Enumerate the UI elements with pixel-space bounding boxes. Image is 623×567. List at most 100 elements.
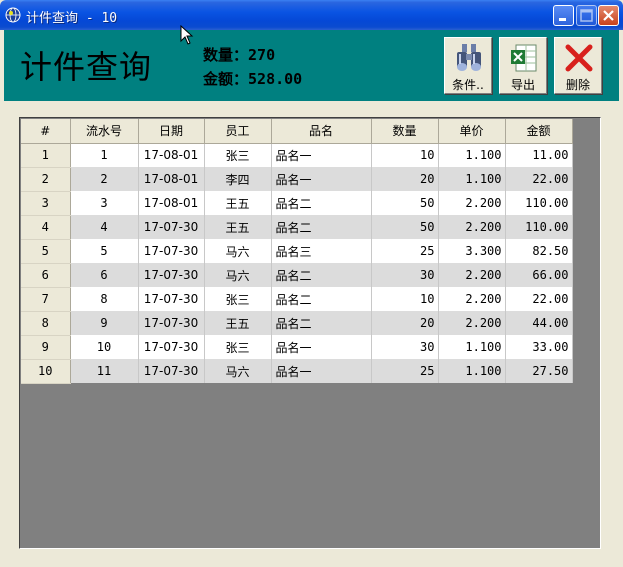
quantity-cell[interactable]: 30 [371,335,439,359]
employee-cell[interactable]: 马六 [204,359,272,383]
row-index[interactable]: 10 [21,359,71,384]
grid-container[interactable]: # 流水号 日期 员工 品名 数量 单价 金额 1 1 17-08-01 张三 品名一 1… [19,117,601,549]
product-cell[interactable]: 品名二 [271,287,372,311]
employee-cell[interactable]: 张三 [204,143,272,167]
serial-cell[interactable]: 11 [70,359,139,383]
employee-cell[interactable]: 王五 [204,191,272,215]
column-header-product[interactable]: 品名 [271,119,372,144]
column-header-index[interactable]: # [21,119,71,144]
serial-cell[interactable]: 8 [70,287,139,311]
date-cell[interactable]: 17-08-01 [138,191,205,215]
date-cell[interactable]: 17-07-30 [138,335,205,359]
records-table[interactable]: # 流水号 日期 员工 品名 数量 单价 金额 1 1 17-08-01 张三 品名一 1… [21,119,573,384]
column-header-quantity[interactable]: 数量 [371,119,439,144]
table-row[interactable]: 7 8 17-07-30 张三 品名二 10 2.200 22.00 [21,287,573,312]
quantity-cell[interactable]: 25 [371,239,439,263]
product-cell[interactable]: 品名一 [271,335,372,359]
row-index[interactable]: 3 [21,191,71,216]
row-index[interactable]: 4 [21,215,71,240]
unit-price-cell[interactable]: 3.300 [438,239,506,263]
row-index[interactable]: 6 [21,263,71,288]
amount-cell[interactable]: 27.50 [505,359,573,383]
row-index[interactable]: 2 [21,167,71,192]
product-cell[interactable]: 品名一 [271,359,372,383]
table-row[interactable]: 9 10 17-07-30 张三 品名一 30 1.100 33.00 [21,335,573,360]
amount-cell[interactable]: 33.00 [505,335,573,359]
column-header-date[interactable]: 日期 [138,119,205,144]
serial-cell[interactable]: 2 [70,167,139,191]
unit-price-cell[interactable]: 2.200 [438,215,506,239]
date-cell[interactable]: 17-07-30 [138,287,205,311]
product-cell[interactable]: 品名三 [271,239,372,263]
product-cell[interactable]: 品名二 [271,191,372,215]
date-cell[interactable]: 17-07-30 [138,215,205,239]
maximize-button[interactable] [576,5,597,26]
column-header-employee[interactable]: 员工 [204,119,272,144]
product-cell[interactable]: 品名一 [271,167,372,191]
row-index[interactable]: 7 [21,287,71,312]
date-cell[interactable]: 17-07-30 [138,359,205,383]
close-button[interactable] [598,5,619,26]
employee-cell[interactable]: 李四 [204,167,272,191]
unit-price-cell[interactable]: 1.100 [438,335,506,359]
amount-cell[interactable]: 110.00 [505,215,573,239]
unit-price-cell[interactable]: 1.100 [438,359,506,383]
table-row[interactable]: 10 11 17-07-30 马六 品名一 25 1.100 27.50 [21,359,573,384]
serial-cell[interactable]: 4 [70,215,139,239]
table-row[interactable]: 8 9 17-07-30 王五 品名二 20 2.200 44.00 [21,311,573,336]
product-cell[interactable]: 品名二 [271,215,372,239]
quantity-cell[interactable]: 10 [371,287,439,311]
quantity-cell[interactable]: 30 [371,263,439,287]
amount-cell[interactable]: 66.00 [505,263,573,287]
employee-cell[interactable]: 马六 [204,239,272,263]
product-cell[interactable]: 品名二 [271,311,372,335]
employee-cell[interactable]: 王五 [204,215,272,239]
condition-button[interactable]: 条件.. [444,37,492,94]
quantity-cell[interactable]: 20 [371,311,439,335]
quantity-cell[interactable]: 10 [371,143,439,167]
serial-cell[interactable]: 10 [70,335,139,359]
unit-price-cell[interactable]: 1.100 [438,143,506,167]
employee-cell[interactable]: 王五 [204,311,272,335]
date-cell[interactable]: 17-07-30 [138,263,205,287]
column-header-unit-price[interactable]: 单价 [438,119,506,144]
employee-cell[interactable]: 张三 [204,335,272,359]
minimize-button[interactable] [553,5,574,26]
product-cell[interactable]: 品名一 [271,143,372,167]
serial-cell[interactable]: 6 [70,263,139,287]
amount-cell[interactable]: 44.00 [505,311,573,335]
unit-price-cell[interactable]: 2.200 [438,191,506,215]
unit-price-cell[interactable]: 1.100 [438,167,506,191]
amount-cell[interactable]: 82.50 [505,239,573,263]
date-cell[interactable]: 17-08-01 [138,143,205,167]
export-button[interactable]: 导出 [499,37,547,94]
serial-cell[interactable]: 1 [70,143,139,167]
table-row[interactable]: 2 2 17-08-01 李四 品名一 20 1.100 22.00 [21,167,573,192]
table-row[interactable]: 5 5 17-07-30 马六 品名三 25 3.300 82.50 [21,239,573,264]
row-index[interactable]: 5 [21,239,71,264]
amount-cell[interactable]: 22.00 [505,167,573,191]
row-index[interactable]: 8 [21,311,71,336]
table-row[interactable]: 1 1 17-08-01 张三 品名一 10 1.100 11.00 [21,143,573,168]
serial-cell[interactable]: 3 [70,191,139,215]
amount-cell[interactable]: 11.00 [505,143,573,167]
unit-price-cell[interactable]: 2.200 [438,311,506,335]
table-row[interactable]: 3 3 17-08-01 王五 品名二 50 2.200 110.00 [21,191,573,216]
unit-price-cell[interactable]: 2.200 [438,287,506,311]
employee-cell[interactable]: 张三 [204,287,272,311]
quantity-cell[interactable]: 50 [371,191,439,215]
column-header-serial[interactable]: 流水号 [70,119,139,144]
quantity-cell[interactable]: 50 [371,215,439,239]
quantity-cell[interactable]: 25 [371,359,439,383]
date-cell[interactable]: 17-07-30 [138,239,205,263]
amount-cell[interactable]: 110.00 [505,191,573,215]
date-cell[interactable]: 17-08-01 [138,167,205,191]
serial-cell[interactable]: 5 [70,239,139,263]
product-cell[interactable]: 品名二 [271,263,372,287]
employee-cell[interactable]: 马六 [204,263,272,287]
table-row[interactable]: 4 4 17-07-30 王五 品名二 50 2.200 110.00 [21,215,573,240]
column-header-amount[interactable]: 金额 [505,119,573,144]
date-cell[interactable]: 17-07-30 [138,311,205,335]
row-index[interactable]: 1 [21,143,71,168]
amount-cell[interactable]: 22.00 [505,287,573,311]
